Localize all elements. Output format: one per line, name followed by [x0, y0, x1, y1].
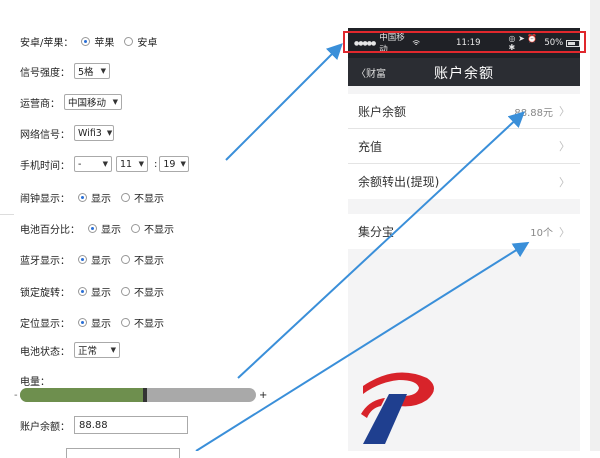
annotation-arrows: [195, 43, 530, 451]
arrow-balance: [237, 111, 525, 379]
arrow-status-bar: [225, 43, 343, 161]
brand-logo: [361, 372, 434, 444]
